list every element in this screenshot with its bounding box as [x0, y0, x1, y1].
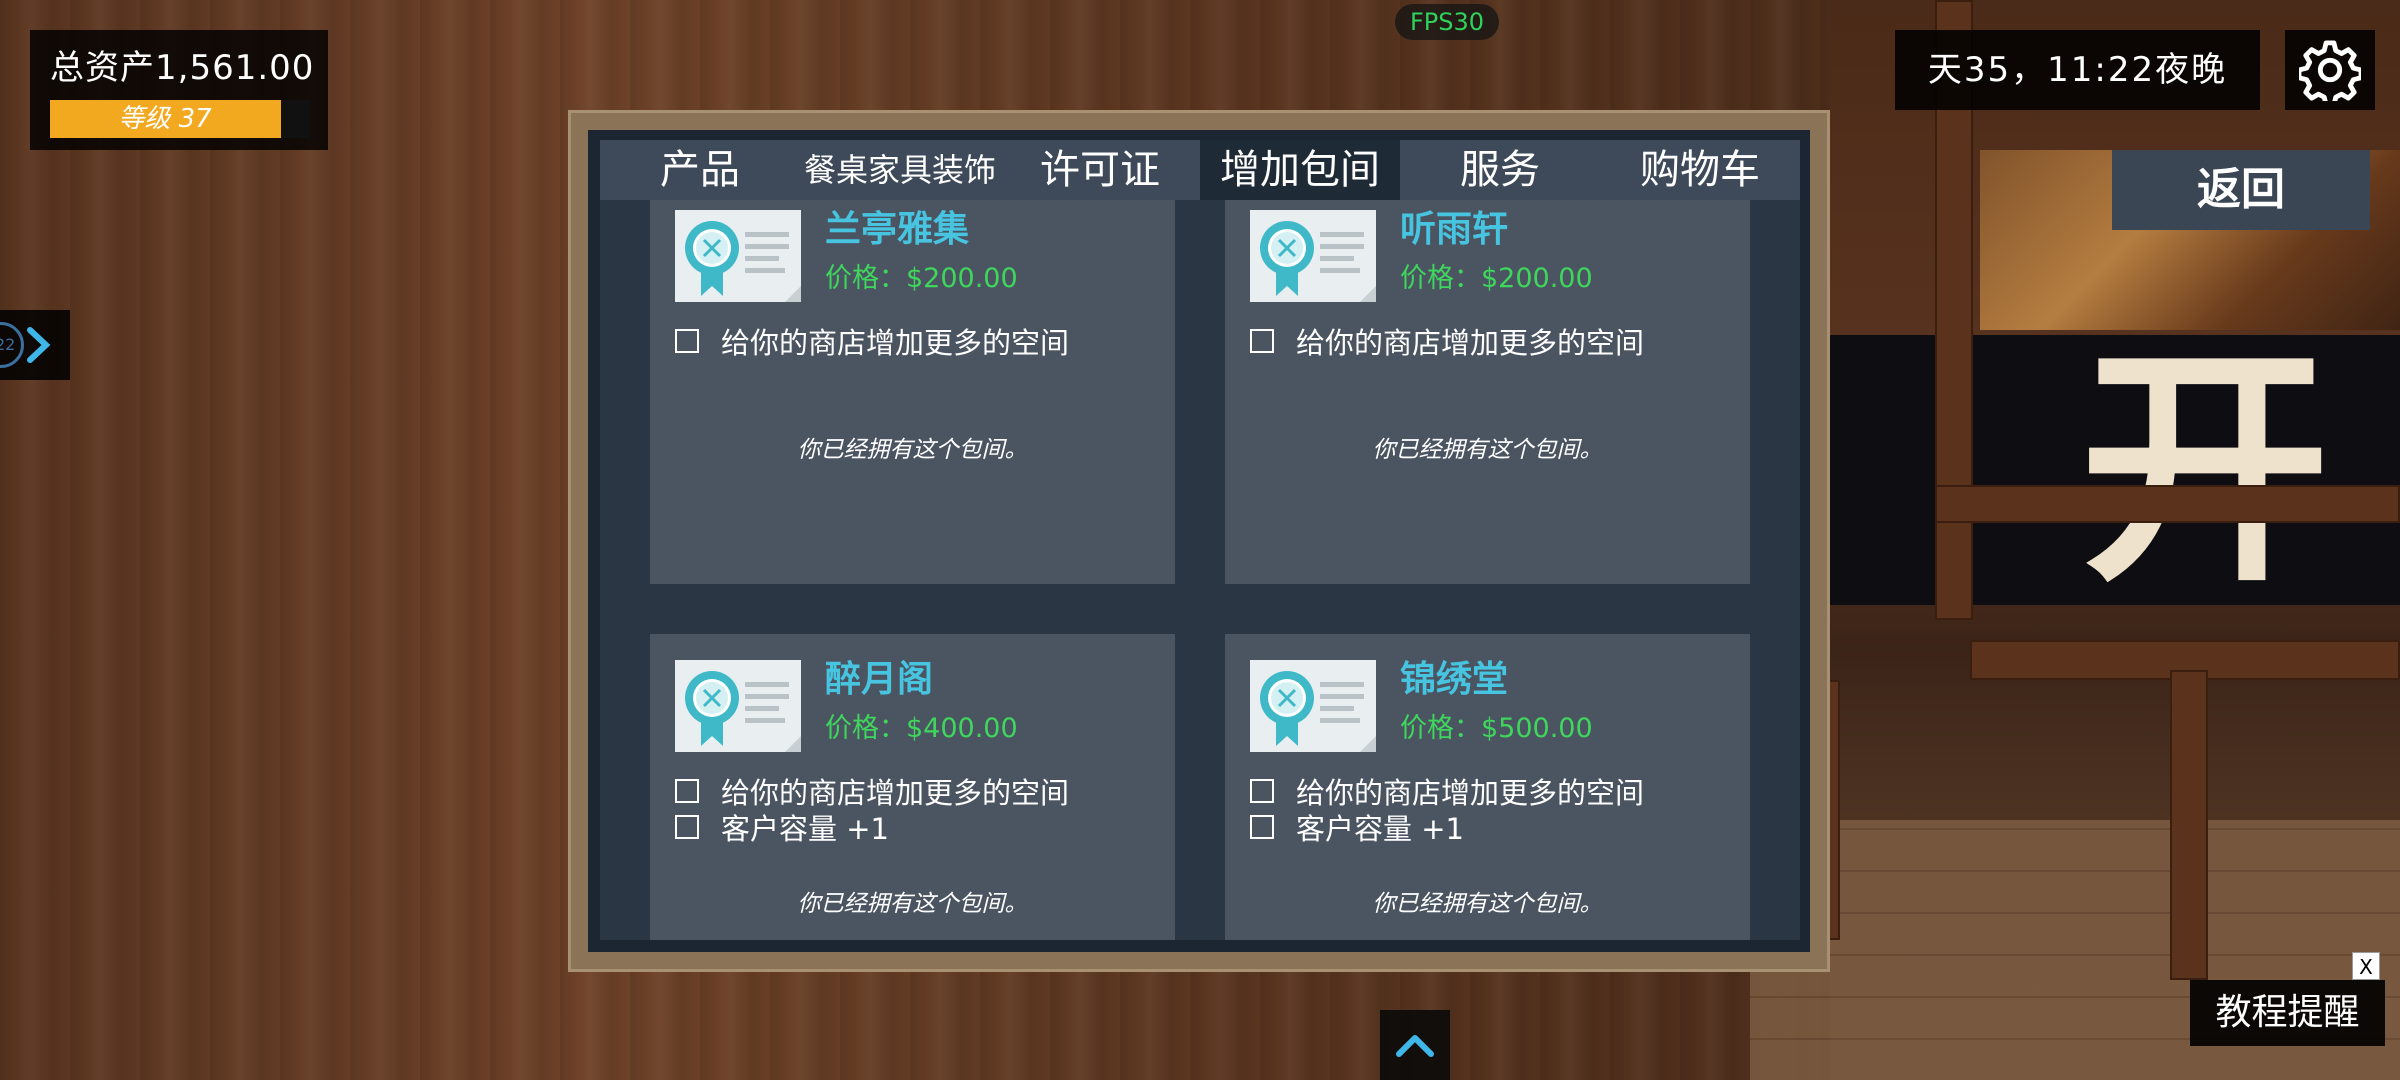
certificate-icon — [675, 660, 801, 752]
room-name: 锦绣堂 — [1400, 659, 1509, 700]
side-panel-handle[interactable]: 22 — [0, 310, 70, 380]
total-assets: 总资产1,561.00 — [50, 48, 315, 88]
wood-beam — [2170, 670, 2208, 980]
return-button[interactable]: 返回 — [2112, 150, 2370, 230]
room-price: 价格：$200.00 — [1400, 263, 1593, 294]
game-time: 天35，11:22夜晚 — [1895, 30, 2260, 110]
avatar-circle: 22 — [0, 322, 24, 368]
room-feature-text: 给你的商店增加更多的空间 — [721, 326, 1070, 360]
room-feature: 客户容量 +1 — [675, 806, 889, 848]
gear-icon — [2299, 40, 2361, 101]
checkbox-icon — [1250, 779, 1274, 803]
room-owned-status: 你已经拥有这个包间。 — [797, 437, 1028, 463]
certificate-icon — [1250, 660, 1376, 752]
room-price: 价格：$200.00 — [825, 263, 1018, 294]
assets-panel: 总资产1,561.00 等级 37 — [30, 30, 328, 150]
room-feature-text: 客户容量 +1 — [721, 812, 889, 846]
tab-services[interactable]: 服务 — [1400, 140, 1600, 200]
level-label: 等级 37 — [118, 104, 212, 134]
tab-furniture[interactable]: 餐桌家具装饰 — [800, 140, 1000, 200]
tab-licenses[interactable]: 许可证 — [1000, 140, 1200, 200]
room-card[interactable]: 锦绣堂 价格：$500.00 给你的商店增加更多的空间 客户容量 +1 你已经拥… — [1225, 634, 1750, 940]
room-card[interactable]: 醉月阁 价格：$400.00 给你的商店增加更多的空间 客户容量 +1 你已经拥… — [650, 634, 1175, 940]
certificate-icon — [1250, 210, 1376, 302]
tutorial-reminder-button[interactable]: 教程提醒 — [2190, 980, 2385, 1046]
room-card[interactable]: 听雨轩 价格：$200.00 给你的商店增加更多的空间 你已经拥有这个包间。 — [1225, 200, 1750, 584]
tutorial-close-button[interactable]: X — [2352, 952, 2380, 980]
room-feature-text: 客户容量 +1 — [1296, 812, 1464, 846]
level-bar: 等级 37 — [50, 100, 310, 138]
room-owned-status: 你已经拥有这个包间。 — [1372, 437, 1603, 463]
tab-cart[interactable]: 购物车 — [1600, 140, 1800, 200]
room-name: 兰亭雅集 — [825, 209, 970, 250]
wood-beam — [1935, 485, 2400, 523]
room-name: 醉月阁 — [825, 659, 934, 700]
tab-add-rooms[interactable]: 增加包间 — [1200, 140, 1400, 200]
room-feature: 给你的商店增加更多的空间 — [1250, 320, 1644, 362]
checkbox-icon — [1250, 815, 1274, 839]
room-owned-status: 你已经拥有这个包间。 — [797, 891, 1028, 917]
room-owned-status: 你已经拥有这个包间。 — [1372, 891, 1603, 917]
room-feature-text: 给你的商店增加更多的空间 — [1296, 326, 1645, 360]
checkbox-icon — [675, 779, 699, 803]
room-price: 价格：$400.00 — [825, 713, 1018, 744]
checkbox-icon — [1250, 329, 1274, 353]
room-feature: 给你的商店增加更多的空间 — [675, 320, 1069, 362]
settings-button[interactable] — [2285, 30, 2375, 110]
checkbox-icon — [675, 329, 699, 353]
room-feature: 客户容量 +1 — [1250, 806, 1464, 848]
tab-products[interactable]: 产品 — [600, 140, 800, 200]
room-price: 价格：$500.00 — [1400, 713, 1593, 744]
chevron-up-icon — [1396, 1035, 1434, 1057]
tab-bar: 产品 餐桌家具装饰 许可证 增加包间 服务 购物车 — [600, 140, 1800, 200]
handle-number: 22 — [0, 335, 16, 354]
chevron-right-icon — [27, 327, 51, 363]
expand-up-button[interactable] — [1380, 1010, 1450, 1080]
room-name: 听雨轩 — [1400, 209, 1509, 250]
certificate-icon — [675, 210, 801, 302]
shop-sign: 开 — [2080, 350, 2330, 590]
room-card[interactable]: 兰亭雅集 价格：$200.00 给你的商店增加更多的空间 你已经拥有这个包间。 — [650, 200, 1175, 584]
fps-counter: FPS30 — [1395, 4, 1499, 40]
rooms-list[interactable]: 兰亭雅集 价格：$200.00 给你的商店增加更多的空间 你已经拥有这个包间。 … — [600, 200, 1800, 940]
checkbox-icon — [675, 815, 699, 839]
